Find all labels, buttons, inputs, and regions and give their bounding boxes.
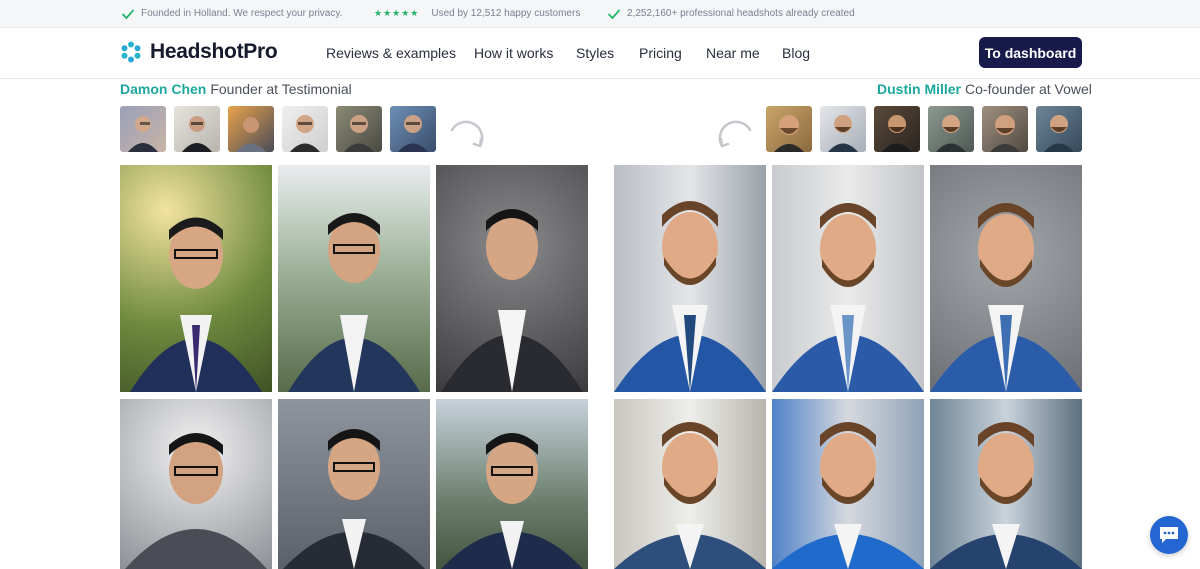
check-icon [608,9,620,19]
input-photo-thumb [336,106,382,152]
nav-blog[interactable]: Blog [782,45,810,61]
rating-stars-icon: ★★★★★ [374,8,420,18]
input-photo-thumb [228,106,274,152]
person-name: Damon Chen [120,81,207,97]
chat-button[interactable] [1150,516,1188,554]
site-header: HeadshotPro Reviews & examples How it wo… [0,28,1200,79]
input-photo-thumb [390,106,436,152]
trust-item-privacy: Founded in Holland. We respect your priv… [121,0,342,27]
nav-reviews[interactable]: Reviews & examples [326,45,456,61]
nav-how-it-works[interactable]: How it works [474,45,553,61]
headshot-photo [772,165,924,392]
input-photo-thumb [120,106,166,152]
nav-pricing[interactable]: Pricing [639,45,682,61]
headshot-photo [120,165,272,392]
headshot-photo [120,399,272,569]
input-photo-thumb [874,106,920,152]
headshot-photo [614,399,766,569]
chat-icon [1160,527,1178,543]
person-role: Founder at Testimonial [210,81,352,97]
input-photo-thumb [982,106,1028,152]
input-photo-thumb [1036,106,1082,152]
logo-icon [121,41,141,63]
input-photo-thumb [766,106,812,152]
headshot-photo [436,399,588,569]
headshot-photo [614,165,766,392]
brand-name: HeadshotPro [150,40,278,63]
input-photo-thumb [820,106,866,152]
trust-item-customers: ★★★★★ Used by 12,512 happy customers [374,0,580,27]
nav-styles[interactable]: Styles [576,45,614,61]
headshot-photo [436,165,588,392]
testimonial-person-1: Damon Chen Founder at Testimonial [120,81,352,97]
arrow-curve-icon [718,120,752,148]
headshot-photo [930,399,1082,569]
headshot-photo [772,399,924,569]
trust-item-headshots: 2,252,160+ professional headshots alread… [607,0,855,27]
brand-logo[interactable]: HeadshotPro [120,40,278,64]
person-role: Co-founder at Vowel [965,81,1092,97]
input-photo-thumb [174,106,220,152]
to-dashboard-button[interactable]: To dashboard [979,37,1082,68]
nav-near-me[interactable]: Near me [706,45,760,61]
check-icon [122,9,134,19]
trust-text-headshots: 2,252,160+ professional headshots alread… [627,8,855,19]
person-name: Dustin Miller [877,81,962,97]
input-photo-thumb [282,106,328,152]
trust-bar: Founded in Holland. We respect your priv… [0,0,1200,28]
arrow-curve-icon [450,120,484,148]
headshot-photo [278,399,430,569]
trust-text-privacy: Founded in Holland. We respect your priv… [141,8,343,19]
input-photo-thumb [928,106,974,152]
testimonial-person-2: Dustin Miller Co-founder at Vowel [877,81,1092,97]
headshot-photo [278,165,430,392]
headshot-photo [930,165,1082,392]
trust-text-customers: Used by 12,512 happy customers [431,8,581,19]
